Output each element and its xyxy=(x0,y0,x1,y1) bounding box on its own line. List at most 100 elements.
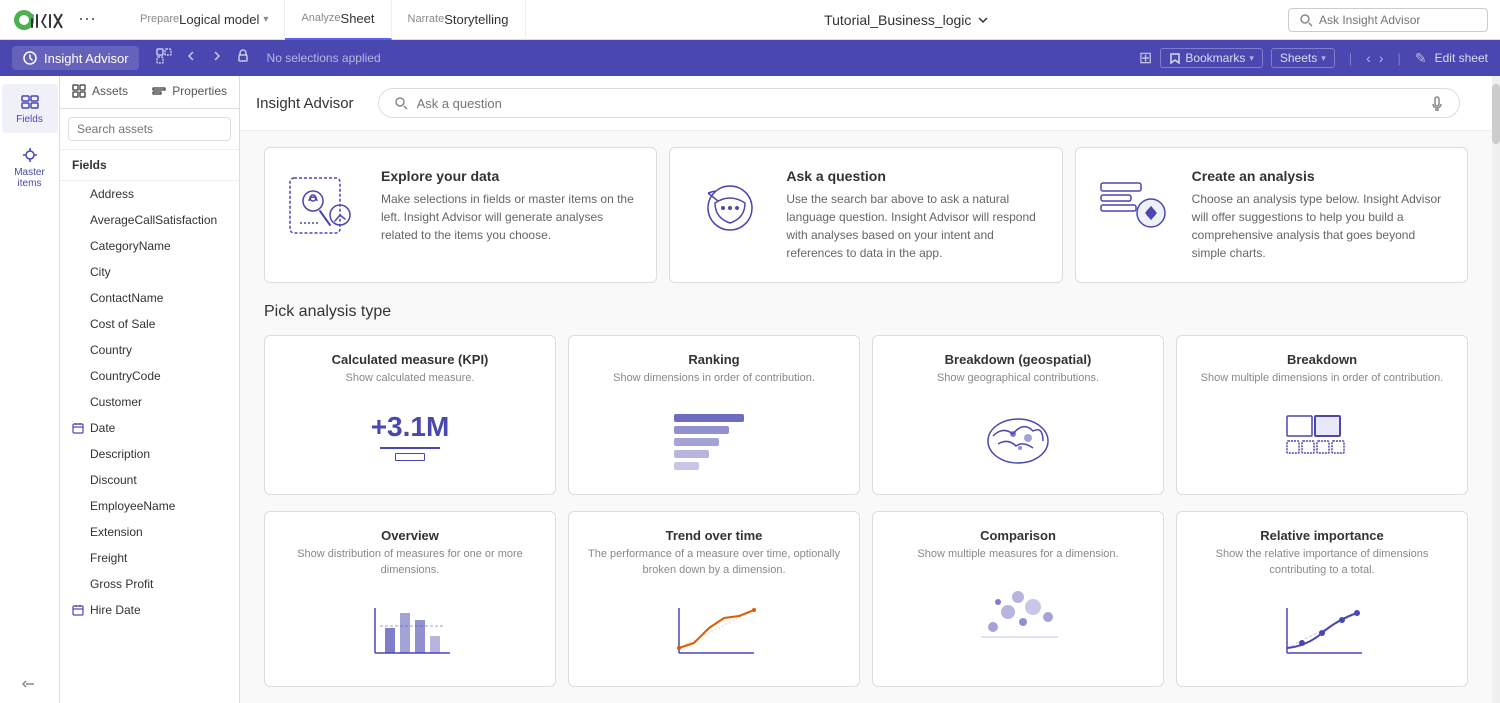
comparison-preview xyxy=(889,575,1147,655)
sheets-dropdown-icon: ▾ xyxy=(1321,53,1326,64)
field-item-label: Gross Profit xyxy=(90,577,153,591)
bookmarks-button[interactable]: Bookmarks ▾ xyxy=(1160,48,1263,68)
field-item[interactable]: AverageCallSatisfaction xyxy=(60,207,239,233)
ask-question-input[interactable] xyxy=(417,96,1421,111)
comparison-title: Comparison xyxy=(889,528,1147,543)
analysis-card-overview[interactable]: Overview Show distribution of measures f… xyxy=(264,511,556,687)
second-toolbar: Insight Advisor No selections applied ⊞ … xyxy=(0,40,1500,76)
analysis-card-trend[interactable]: Trend over time The performance of a mea… xyxy=(568,511,860,687)
analysis-card-comparison[interactable]: Comparison Show multiple measures for a … xyxy=(872,511,1164,687)
main-scroll: Explore your data Make selections in fie… xyxy=(240,131,1492,703)
kpi-preview: +3.1M xyxy=(281,398,539,478)
field-item-label: Cost of Sale xyxy=(90,317,155,331)
dots-menu[interactable]: ⋯ xyxy=(78,9,96,30)
field-item-label: Address xyxy=(90,187,134,201)
assets-tab-label: Assets xyxy=(92,84,128,98)
field-item[interactable]: Freight xyxy=(60,545,239,571)
sidebar-collapse[interactable] xyxy=(22,676,38,703)
field-item-label: Extension xyxy=(90,525,143,539)
relative-desc: Show the relative importance of dimensio… xyxy=(1193,547,1451,578)
ask-insight-input[interactable] xyxy=(1319,13,1459,27)
nav-right xyxy=(1288,8,1488,32)
insight-advisor-button[interactable]: Insight Advisor xyxy=(12,46,139,70)
ask-card-content: Ask a question Use the search bar above … xyxy=(786,168,1041,262)
field-item[interactable]: Gross Profit xyxy=(60,571,239,597)
ask-bar[interactable] xyxy=(378,88,1460,118)
field-item[interactable]: Extension xyxy=(60,519,239,545)
narrate-nav[interactable]: Narrate Storytelling xyxy=(392,0,526,40)
fields-header: Fields xyxy=(60,150,239,181)
field-item-label: Freight xyxy=(90,551,127,565)
sidebar-item-master-items[interactable]: Master items xyxy=(2,137,58,197)
analysis-card-kpi[interactable]: Calculated measure (KPI) Show calculated… xyxy=(264,335,556,495)
create-card-desc: Choose an analysis type below. Insight A… xyxy=(1192,190,1447,262)
next-sheet-icon[interactable]: › xyxy=(1379,50,1384,66)
field-item[interactable]: Discount xyxy=(60,467,239,493)
field-item-label: Description xyxy=(90,447,150,461)
grid-icon[interactable]: ⊞ xyxy=(1139,48,1152,68)
pencil-icon[interactable]: ✎ xyxy=(1415,50,1427,67)
panel-tabs: Assets Properties xyxy=(60,76,239,109)
insight-advisor-header: Insight Advisor xyxy=(240,76,1492,131)
field-item[interactable]: CountryCode xyxy=(60,363,239,389)
back-icon[interactable] xyxy=(183,48,199,69)
field-item[interactable]: Customer xyxy=(60,389,239,415)
sidebar-item-fields[interactable]: Fields xyxy=(2,84,58,133)
field-item[interactable]: Address xyxy=(60,181,239,207)
search-icon xyxy=(1299,13,1313,27)
comparison-svg xyxy=(973,582,1063,647)
field-item-label: AverageCallSatisfaction xyxy=(90,213,217,227)
field-item-label: Date xyxy=(90,421,115,435)
logo-area: ⋯ xyxy=(12,6,108,34)
search-assets-input[interactable] xyxy=(68,117,231,141)
field-item[interactable]: Date xyxy=(60,415,239,441)
field-item[interactable]: Country xyxy=(60,337,239,363)
edit-sheet-label[interactable]: Edit sheet xyxy=(1435,51,1488,65)
breakdown-desc: Show multiple dimensions in order of con… xyxy=(1193,371,1451,386)
field-item[interactable]: CategoryName xyxy=(60,233,239,259)
select-icon[interactable] xyxy=(155,47,173,70)
field-item[interactable]: EmployeeName xyxy=(60,493,239,519)
properties-tab[interactable]: Properties xyxy=(140,76,239,108)
right-scrollbar[interactable] xyxy=(1492,76,1500,703)
nav-center: Tutorial_Business_logic xyxy=(526,12,1288,28)
prev-sheet-icon[interactable]: ‹ xyxy=(1366,50,1371,66)
lock-icon[interactable] xyxy=(235,48,251,69)
field-item[interactable]: ContactName xyxy=(60,285,239,311)
analysis-card-breakdown[interactable]: Breakdown Show multiple dimensions in or… xyxy=(1176,335,1468,495)
create-card-icon xyxy=(1096,168,1176,248)
create-card-content: Create an analysis Choose an analysis ty… xyxy=(1192,168,1447,262)
ask-question-card: Ask a question Use the search bar above … xyxy=(669,147,1062,283)
right-scrollbar-thumb xyxy=(1492,84,1500,144)
field-item-label: CategoryName xyxy=(90,239,171,253)
assets-tab[interactable]: Assets xyxy=(60,76,140,108)
ask-insight-advisor-search[interactable] xyxy=(1288,8,1488,32)
forward-icon[interactable] xyxy=(209,48,225,69)
analysis-card-relative[interactable]: Relative importance Show the relative im… xyxy=(1176,511,1468,687)
field-item-label: Discount xyxy=(90,473,137,487)
analysis-card-ranking[interactable]: Ranking Show dimensions in order of cont… xyxy=(568,335,860,495)
analysis-card-geo[interactable]: Breakdown (geospatial) Show geographical… xyxy=(872,335,1164,495)
analyze-nav[interactable]: Analyze Sheet xyxy=(285,0,391,40)
sheets-button[interactable]: Sheets ▾ xyxy=(1271,48,1335,68)
kpi-value: +3.1M xyxy=(371,411,450,443)
mic-icon[interactable] xyxy=(1429,95,1445,111)
field-item[interactable]: Cost of Sale xyxy=(60,311,239,337)
prepare-nav[interactable]: Prepare Logical model ▾ xyxy=(124,0,285,40)
field-item[interactable]: City xyxy=(60,259,239,285)
no-selections-text: No selections applied xyxy=(267,51,381,65)
collapse-icon xyxy=(22,676,38,692)
kpi-desc: Show calculated measure. xyxy=(281,371,539,386)
app-title[interactable]: Tutorial_Business_logic xyxy=(824,12,989,28)
field-item[interactable]: Hire Date xyxy=(60,597,239,623)
geo-title: Breakdown (geospatial) xyxy=(889,352,1147,367)
main-content: Insight Advisor xyxy=(240,76,1492,703)
assets-tab-icon xyxy=(72,84,86,98)
narrate-label: Narrate xyxy=(408,14,445,25)
relative-preview xyxy=(1193,590,1451,670)
overview-svg xyxy=(365,598,455,663)
bookmarks-label: Bookmarks xyxy=(1185,51,1245,65)
field-item[interactable]: Description xyxy=(60,441,239,467)
qlik-logo xyxy=(12,6,72,34)
calendar-field-icon xyxy=(72,422,84,434)
